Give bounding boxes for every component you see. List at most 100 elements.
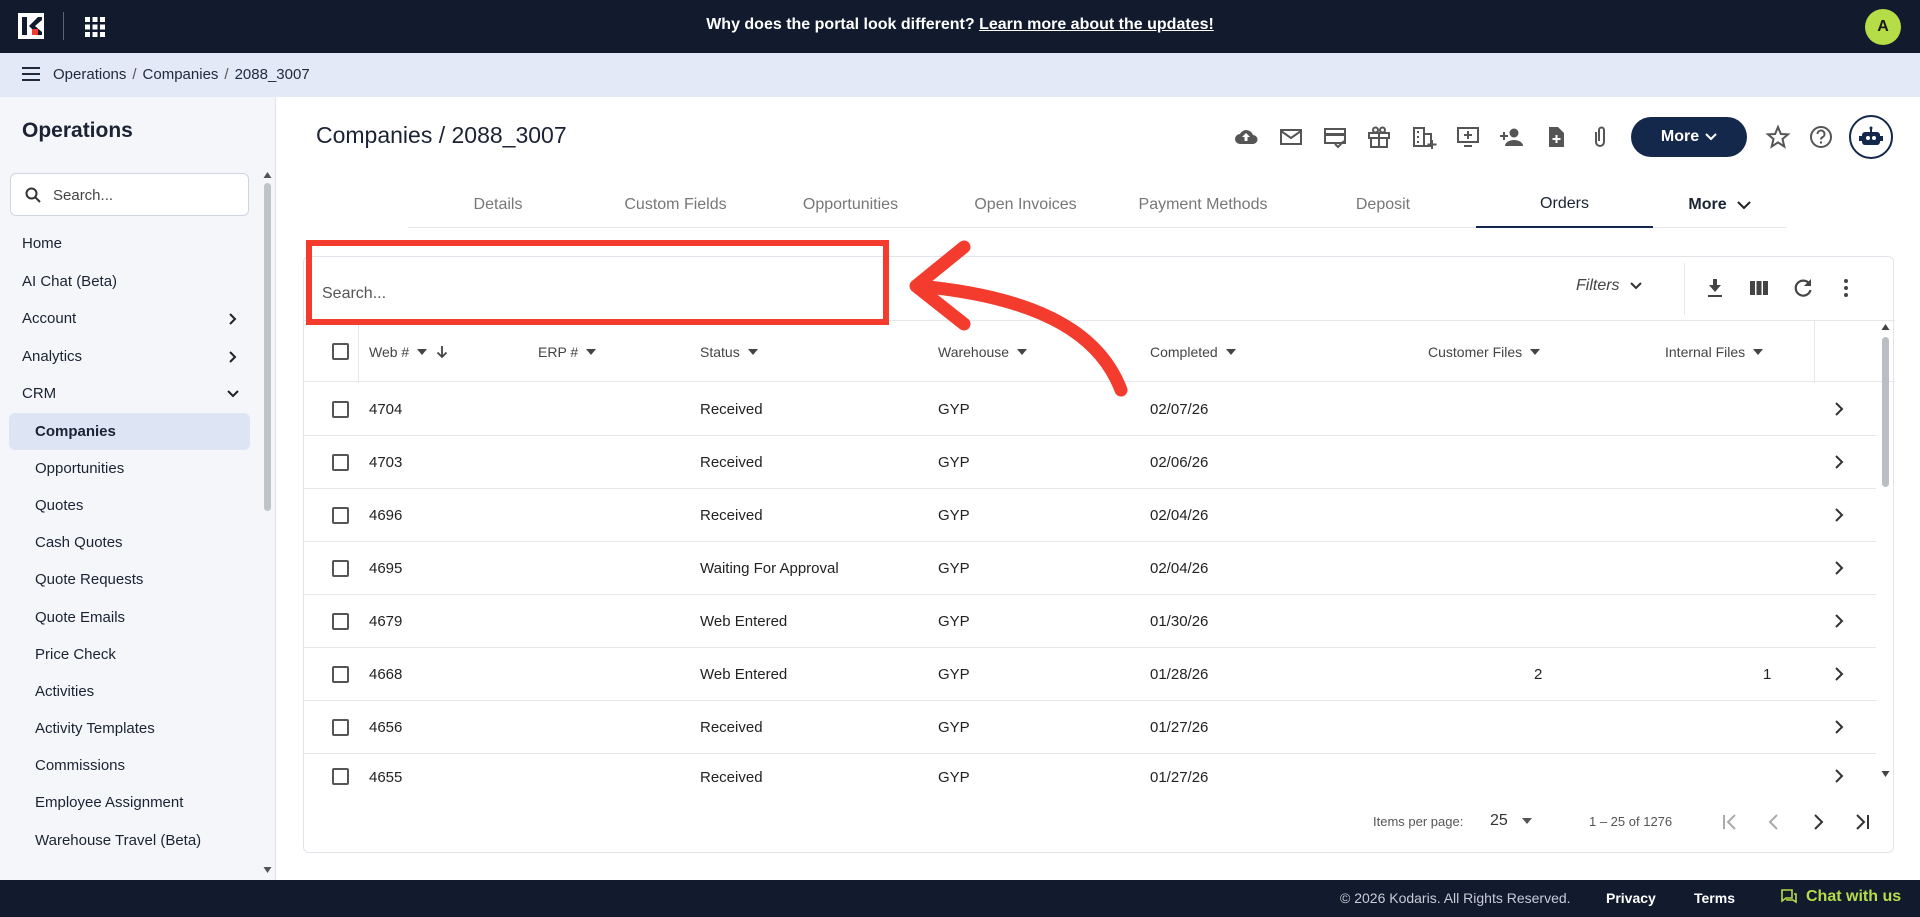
- table-row[interactable]: 4696 Received GYP 02/04/26: [304, 489, 1876, 542]
- table-row[interactable]: 4695 Waiting For Approval GYP 02/04/26: [304, 542, 1876, 595]
- tab-custom-fields[interactable]: Custom Fields: [588, 182, 763, 228]
- sidebar-item-price-check[interactable]: Price Check: [0, 636, 262, 673]
- chevron-right-icon[interactable]: [1831, 768, 1847, 784]
- select-all-checkbox[interactable]: [332, 343, 349, 360]
- file-add-icon[interactable]: [1543, 124, 1569, 150]
- sidebar-item-opportunities[interactable]: Opportunities: [0, 450, 262, 487]
- filters-button[interactable]: Filters: [1576, 277, 1642, 295]
- column-header-customer-files[interactable]: Customer Files: [1428, 321, 1541, 383]
- row-checkbox[interactable]: [332, 560, 349, 577]
- table-row[interactable]: 4703 Received GYP 02/06/26: [304, 436, 1876, 489]
- star-icon[interactable]: [1765, 124, 1791, 150]
- refresh-icon[interactable]: [1791, 276, 1815, 300]
- tab-payment-methods[interactable]: Payment Methods: [1113, 182, 1293, 228]
- sidebar-item-ai-chat[interactable]: AI Chat (Beta): [0, 263, 262, 301]
- more-actions-button[interactable]: More: [1631, 117, 1747, 157]
- tab-open-invoices[interactable]: Open Invoices: [938, 182, 1113, 228]
- table-scroll-thumb[interactable]: [1882, 337, 1889, 487]
- row-checkbox[interactable]: [332, 666, 349, 683]
- sidebar-item-companies[interactable]: Companies: [9, 412, 250, 450]
- tab-more[interactable]: More: [1653, 182, 1786, 228]
- sidebar-item-crm[interactable]: CRM: [0, 375, 262, 413]
- sidebar-scrollbar[interactable]: [262, 171, 272, 876]
- gift-icon[interactable]: [1366, 124, 1392, 150]
- tab-orders[interactable]: Orders: [1476, 182, 1653, 228]
- first-page-icon[interactable]: [1718, 810, 1742, 834]
- chevron-right-icon[interactable]: [1831, 560, 1847, 576]
- sidebar-item-activity-templates[interactable]: Activity Templates: [0, 710, 262, 747]
- scroll-down-icon[interactable]: [263, 866, 272, 874]
- chevron-right-icon[interactable]: [1831, 507, 1847, 523]
- chevron-right-icon[interactable]: [1831, 613, 1847, 629]
- screen-add-icon[interactable]: [1455, 124, 1481, 150]
- row-checkbox[interactable]: [332, 613, 349, 630]
- sidebar-search-input[interactable]: [53, 184, 238, 206]
- sidebar-item-quote-requests[interactable]: Quote Requests: [0, 561, 262, 598]
- sidebar-item-home[interactable]: Home: [0, 225, 262, 263]
- column-header-label: Status: [700, 344, 740, 360]
- column-header-status[interactable]: Status: [700, 321, 758, 383]
- breadcrumb-operations[interactable]: Operations: [53, 66, 126, 83]
- tab-details[interactable]: Details: [408, 182, 588, 228]
- mail-icon[interactable]: [1278, 124, 1304, 150]
- person-add-icon[interactable]: [1499, 124, 1525, 150]
- footer-terms-link[interactable]: Terms: [1694, 890, 1735, 906]
- next-page-icon[interactable]: [1806, 810, 1830, 834]
- card-check-icon[interactable]: [1322, 124, 1348, 150]
- last-page-icon[interactable]: [1850, 810, 1874, 834]
- help-icon[interactable]: [1808, 124, 1834, 150]
- banner-learn-more-link[interactable]: Learn more about the updates!: [979, 16, 1214, 33]
- row-checkbox[interactable]: [332, 507, 349, 524]
- scroll-down-icon[interactable]: [1881, 770, 1890, 778]
- page-size-select[interactable]: 25: [1490, 812, 1532, 830]
- chevron-right-icon[interactable]: [1831, 719, 1847, 735]
- footer-privacy-link[interactable]: Privacy: [1606, 890, 1656, 906]
- row-checkbox[interactable]: [332, 454, 349, 471]
- tab-opportunities[interactable]: Opportunities: [763, 182, 938, 228]
- breadcrumb-companies[interactable]: Companies: [143, 66, 219, 83]
- table-row[interactable]: 4655 Received GYP 01/27/26: [304, 754, 1876, 792]
- sidebar-item-quotes[interactable]: Quotes: [0, 487, 262, 524]
- sidebar-item-employee-assignment[interactable]: Employee Assignment: [0, 784, 262, 821]
- sidebar-item-activities[interactable]: Activities: [0, 673, 262, 710]
- user-avatar[interactable]: A: [1865, 9, 1901, 45]
- sidebar-item-cash-quotes[interactable]: Cash Quotes: [0, 524, 262, 561]
- company-add-icon[interactable]: [1411, 124, 1437, 150]
- chevron-right-icon[interactable]: [1831, 454, 1847, 470]
- more-vert-icon[interactable]: [1834, 276, 1858, 300]
- previous-page-icon[interactable]: [1762, 810, 1786, 834]
- ai-assistant-button[interactable]: [1849, 115, 1893, 159]
- scroll-up-icon[interactable]: [263, 171, 272, 179]
- hamburger-menu-icon[interactable]: [22, 66, 40, 82]
- table-row[interactable]: 4656 Received GYP 01/27/26: [304, 701, 1876, 754]
- chat-with-us-button[interactable]: Chat with us: [1780, 888, 1901, 906]
- table-row[interactable]: 4704 Received GYP 02/07/26: [304, 383, 1876, 436]
- cloud-upload-icon[interactable]: [1233, 124, 1259, 150]
- tab-deposit[interactable]: Deposit: [1293, 182, 1473, 228]
- attachment-icon[interactable]: [1587, 124, 1613, 150]
- sidebar-item-quote-emails[interactable]: Quote Emails: [0, 598, 262, 635]
- download-icon[interactable]: [1703, 276, 1727, 300]
- column-header-internal-files[interactable]: Internal Files: [1665, 321, 1764, 383]
- column-header-erp[interactable]: ERP #: [538, 321, 597, 383]
- table-row[interactable]: 4679 Web Entered GYP 01/30/26: [304, 595, 1876, 648]
- sidebar-item-commissions[interactable]: Commissions: [0, 747, 262, 784]
- sidebar-item-analytics[interactable]: Analytics: [0, 338, 262, 376]
- scroll-up-icon[interactable]: [1881, 323, 1890, 331]
- table-row[interactable]: 4668 Web Entered GYP 01/28/26 2 1: [304, 648, 1876, 701]
- sort-arrow-down-icon[interactable]: [435, 345, 449, 359]
- chevron-right-icon[interactable]: [1831, 666, 1847, 682]
- columns-icon[interactable]: [1747, 276, 1771, 300]
- row-checkbox[interactable]: [332, 401, 349, 418]
- row-checkbox[interactable]: [332, 768, 349, 785]
- column-header-label: Completed: [1150, 344, 1218, 360]
- column-header-web[interactable]: Web #: [369, 321, 449, 383]
- row-checkbox[interactable]: [332, 719, 349, 736]
- table-scrollbar[interactable]: [1879, 323, 1891, 783]
- sidebar-scroll-thumb[interactable]: [264, 183, 271, 511]
- column-header-completed[interactable]: Completed: [1150, 321, 1236, 383]
- column-header-warehouse[interactable]: Warehouse: [938, 321, 1028, 383]
- sidebar-item-warehouse-travel[interactable]: Warehouse Travel (Beta): [0, 822, 262, 859]
- sidebar-item-account[interactable]: Account: [0, 300, 262, 338]
- chevron-right-icon[interactable]: [1831, 401, 1847, 417]
